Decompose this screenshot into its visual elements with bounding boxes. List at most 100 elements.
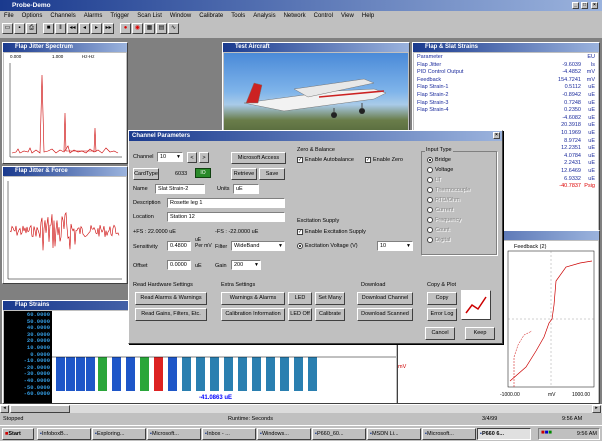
read-alarms-button[interactable]: Read Alarms & Warnings [135, 292, 207, 305]
dialog-title-bar[interactable]: Channel Parameters × [129, 131, 502, 141]
print-icon[interactable]: ⎙ [26, 23, 37, 34]
mdi-scrollbar[interactable]: ◂ ▸ [0, 404, 602, 413]
name-field[interactable]: Slat Strain-2 [155, 184, 205, 194]
led-button[interactable]: LED [288, 292, 312, 305]
menu-analysis[interactable]: Analysis [249, 11, 279, 21]
download-channel-button[interactable]: Download Channel [357, 292, 413, 305]
input-type-voltage-radio[interactable]: Voltage [427, 166, 453, 174]
set-many-button[interactable]: Set Many [315, 292, 345, 305]
menu-calibrate[interactable]: Calibrate [195, 11, 227, 21]
copy-button[interactable]: Copy [427, 292, 457, 305]
table-row[interactable]: Flap Strain-3 0.7248 uE [414, 100, 598, 108]
alarm-icon[interactable]: ◉ [132, 23, 143, 34]
step-back-icon[interactable]: ◂ [79, 23, 90, 34]
save-icon[interactable]: ▪ [14, 23, 25, 34]
step-forward-icon[interactable]: ▸ [91, 23, 102, 34]
menu-options[interactable]: Options [18, 11, 47, 21]
table-row[interactable]: Flap Strain-4 0.2350 uE [414, 107, 598, 115]
menu-help[interactable]: Help [358, 11, 378, 21]
rewind-icon[interactable]: ◂◂ [67, 23, 78, 34]
maximize-button[interactable]: □ [581, 2, 588, 9]
warnings-alarms-button[interactable]: Warnings & Alarms [221, 292, 285, 305]
jitter-window-title[interactable]: Flap Jitter Spectrum [3, 43, 127, 52]
strains-table-header[interactable]: Parameter EU [414, 54, 598, 62]
units-field[interactable]: uE [233, 184, 259, 194]
minimize-button[interactable]: _ [572, 2, 579, 9]
aircraft-window-title[interactable]: Test Aircraft [223, 43, 409, 52]
menu-network[interactable]: Network [280, 11, 310, 21]
scroll-thumb[interactable] [10, 405, 70, 413]
pause-icon[interactable]: ‖ [55, 23, 66, 34]
menu-view[interactable]: View [337, 11, 358, 21]
test-aircraft-window[interactable]: Test Aircraft [222, 42, 410, 140]
table-row[interactable]: Flap Jitter -9.6039 ls [414, 62, 598, 70]
menu-alarms[interactable]: Alarms [80, 11, 107, 21]
table-row[interactable]: Flap Strain-2 -0.8942 uE [414, 92, 598, 100]
keep-button[interactable]: Keep [465, 327, 495, 340]
close-button[interactable]: × [591, 2, 598, 9]
open-icon[interactable]: ▭ [2, 23, 13, 34]
jitter-spectrum-window[interactable]: Flap Jitter Spectrum 0.000 1.000 Hz-Hz [2, 42, 128, 164]
force-window-title[interactable]: Flap Jitter & Force [3, 167, 127, 176]
table-row[interactable]: PID Control Output -4.4852 mV [414, 69, 598, 77]
taskbar-task-button[interactable]: ▪P660 6... [477, 428, 531, 440]
jitter-force-window[interactable]: Flap Jitter & Force [2, 166, 128, 284]
scroll-right-icon[interactable]: ▸ [592, 405, 601, 413]
save-button[interactable]: Save [259, 168, 285, 180]
cancel-button[interactable]: Cancel [425, 327, 455, 340]
offset-field[interactable]: 0.0000 [167, 260, 191, 270]
stop-icon[interactable]: ■ [43, 23, 54, 34]
calibrate-button[interactable]: Calibrate [315, 308, 345, 321]
menu-trigger[interactable]: Trigger [106, 11, 133, 21]
enable-zero-checkbox[interactable]: ✓ Enable Zero [365, 156, 403, 164]
read-gains-button[interactable]: Read Gains, Filters, Etc. [135, 308, 207, 321]
channel-select[interactable]: 10 ▼ [157, 152, 183, 162]
start-button[interactable]: ■Start [2, 428, 34, 440]
enable-excitation-checkbox[interactable]: ✓ Enable Excitation Supply [297, 228, 366, 236]
calibration-info-button[interactable]: Calibration Information [221, 308, 285, 321]
menu-tools[interactable]: Tools [227, 11, 249, 21]
table-row[interactable]: 20.3918 uE [414, 122, 598, 130]
table-row[interactable]: Feedback 154.7241 mV [414, 77, 598, 85]
channel-parameters-dialog[interactable]: Channel Parameters × Channel 10 ▼ < > Mi… [128, 130, 503, 344]
taskbar-task-button[interactable]: ▪P660_60... [312, 428, 366, 440]
menu-window[interactable]: Window [166, 11, 195, 21]
filter-select[interactable]: WideBand ▼ [231, 241, 285, 251]
description-field[interactable]: Rosette leg 1 [167, 198, 285, 208]
taskbar-task-button[interactable]: ▪InfoboxB... [37, 428, 91, 440]
fast-forward-icon[interactable]: ▸▸ [103, 23, 114, 34]
table-row[interactable]: -4.6082 uE [414, 115, 598, 123]
channel-next-button[interactable]: > [199, 152, 209, 163]
chart-icon[interactable]: ▤ [156, 23, 167, 34]
taskbar-task-button[interactable]: ▪MSDN Li... [367, 428, 421, 440]
input-type-bridge-radio[interactable]: Bridge [427, 156, 451, 164]
app-title-bar[interactable]: Probe-Demo _ □ × [0, 0, 602, 11]
menu-control[interactable]: Control [310, 11, 337, 21]
error-log-button[interactable]: Error Log [427, 308, 457, 321]
grid-icon[interactable]: ▦ [144, 23, 155, 34]
menu-file[interactable]: File [0, 11, 18, 21]
location-field[interactable]: Station 12 [167, 212, 285, 222]
led-off-button[interactable]: LED Off [288, 308, 312, 321]
scope-icon[interactable]: ∿ [168, 23, 179, 34]
excitation-voltage-radio[interactable]: Excitation Voltage (V) [297, 242, 358, 250]
scroll-left-icon[interactable]: ◂ [0, 405, 9, 413]
retrieve-button[interactable]: Retrieve [231, 168, 257, 180]
taskbar-task-button[interactable]: ▪Microsoft... [422, 428, 476, 440]
record-icon[interactable]: ● [120, 23, 131, 34]
enable-autobalance-checkbox[interactable]: ✓ Enable Autobalance [297, 156, 354, 164]
taskbar-task-button[interactable]: ▪Exploring... [92, 428, 146, 440]
taskbar-task-button[interactable]: ▪Windows... [257, 428, 311, 440]
menu-scan-list[interactable]: Scan List [133, 11, 166, 21]
strains-window-title[interactable]: Flap & Slat Strains [413, 43, 599, 52]
taskbar-task-button[interactable]: ▪Microsoft... [147, 428, 201, 440]
dialog-close-button[interactable]: × [493, 132, 500, 139]
sensitivity-field[interactable]: 0.4800 [167, 241, 191, 251]
microsoft-access-button[interactable]: Microsoft Access [231, 152, 286, 164]
table-row[interactable]: Flap Strain-1 0.5112 uE [414, 84, 598, 92]
channel-prev-button[interactable]: < [187, 152, 197, 163]
gain-select[interactable]: 200 ▼ [231, 260, 261, 270]
excitation-voltage-select[interactable]: 10 ▼ [377, 241, 413, 251]
plot-button[interactable] [461, 290, 491, 320]
menu-channels[interactable]: Channels [46, 11, 79, 21]
